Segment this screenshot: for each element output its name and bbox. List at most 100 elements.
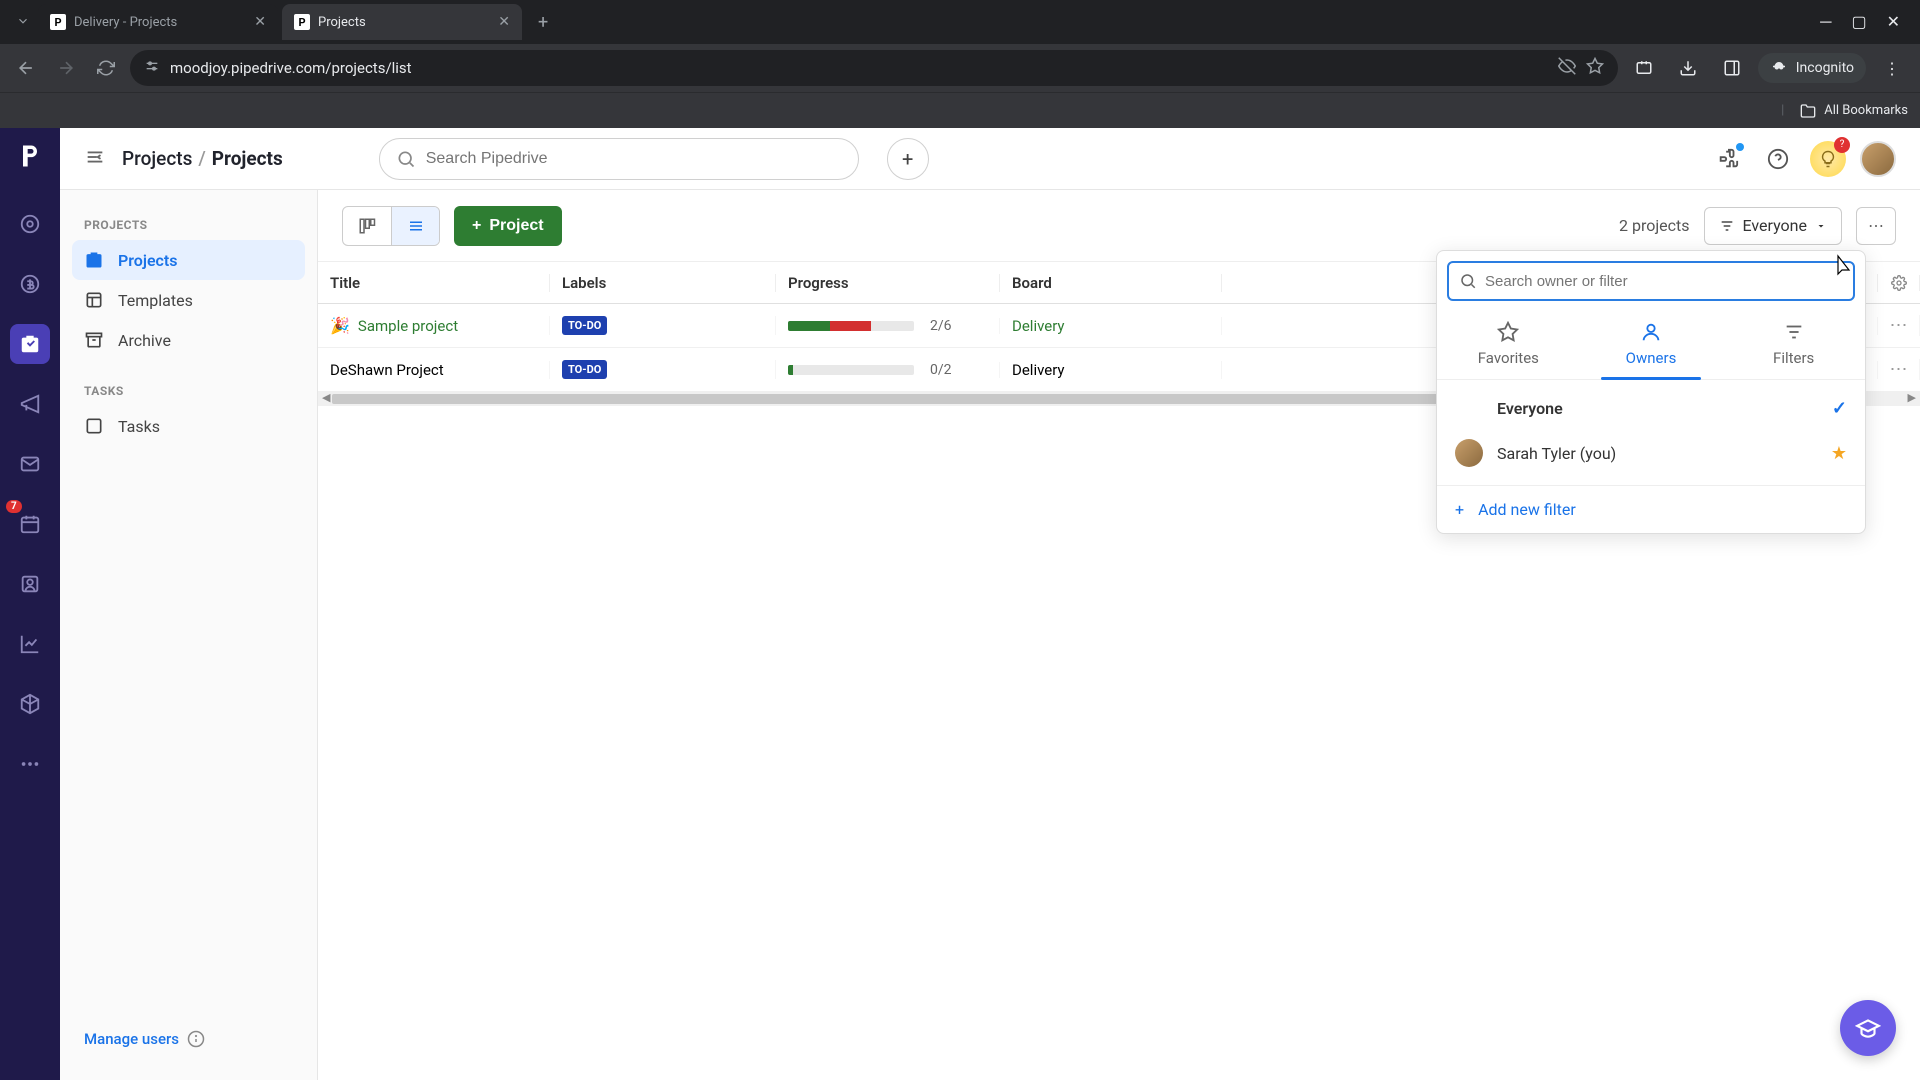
global-search[interactable]: [379, 138, 859, 180]
quick-add-button[interactable]: +: [887, 138, 929, 180]
chrome-menu-icon[interactable]: ⋮: [1874, 50, 1910, 86]
filter-popover: Favorites Owners Filters Everyone: [1436, 250, 1866, 534]
task-icon: [84, 416, 104, 436]
sidebar-item-archive[interactable]: Archive: [72, 320, 305, 360]
all-bookmarks-link[interactable]: All Bookmarks: [1824, 103, 1908, 118]
close-window-icon[interactable]: ✕: [1887, 12, 1900, 32]
project-emoji: 🎉: [330, 316, 350, 335]
label-badge: TO-DO: [562, 316, 607, 335]
main-content: + Project 2 projects Everyone ⋯: [318, 190, 1920, 1080]
page-header: Projects / Projects + ?: [60, 128, 1920, 190]
cell-title: DeShawn Project: [318, 361, 550, 379]
owner-filter-button[interactable]: Everyone: [1704, 207, 1842, 245]
tab-favicon: P: [50, 14, 66, 30]
breadcrumb-root[interactable]: Projects: [122, 147, 192, 170]
row-more-button[interactable]: ⋯: [1878, 359, 1920, 380]
downloads-icon[interactable]: [1670, 50, 1706, 86]
tab-owners[interactable]: Owners: [1580, 311, 1723, 379]
sidebar-toggle-icon[interactable]: [84, 146, 106, 172]
tab-favorites[interactable]: Favorites: [1437, 311, 1580, 379]
sidebar-item-projects[interactable]: Projects: [72, 240, 305, 280]
popover-search[interactable]: [1447, 261, 1855, 301]
tab-favicon: P: [294, 14, 310, 30]
project-title-link[interactable]: Sample project: [358, 317, 458, 335]
tab-label: Filters: [1773, 349, 1814, 367]
tab-label: Owners: [1626, 349, 1677, 367]
help-fab[interactable]: [1840, 1000, 1896, 1056]
col-labels[interactable]: Labels: [550, 274, 776, 292]
tab-list-dropdown[interactable]: [8, 13, 38, 32]
more-icon: ⋯: [1890, 315, 1908, 336]
filter-icon: [1783, 321, 1805, 343]
label-badge: TO-DO: [562, 360, 607, 379]
url-bar[interactable]: moodjoy.pipedrive.com/projects/list: [130, 50, 1618, 86]
maximize-icon[interactable]: ▢: [1851, 12, 1866, 32]
option-label: Everyone: [1497, 399, 1563, 418]
col-board[interactable]: Board: [1000, 274, 1222, 292]
nav-activities-icon[interactable]: 7: [10, 504, 50, 544]
back-button[interactable]: [10, 52, 42, 84]
bookmark-star-icon[interactable]: [1586, 57, 1604, 79]
nav-mail-icon[interactable]: [10, 444, 50, 484]
nav-campaigns-icon[interactable]: [10, 384, 50, 424]
nav-projects-icon[interactable]: [10, 324, 50, 364]
search-icon: [396, 149, 416, 169]
folder-icon: [1800, 103, 1816, 119]
new-tab-button[interactable]: +: [526, 12, 560, 33]
nav-more-icon[interactable]: [10, 744, 50, 784]
nav-products-icon[interactable]: [10, 684, 50, 724]
nav-contacts-icon[interactable]: [10, 564, 50, 604]
search-input[interactable]: [426, 150, 842, 168]
marketplace-icon[interactable]: [1710, 141, 1746, 177]
incognito-badge[interactable]: Incognito: [1758, 53, 1866, 83]
project-title: DeShawn Project: [330, 361, 444, 379]
browser-tab[interactable]: P Delivery - Projects ✕: [38, 4, 278, 40]
user-avatar[interactable]: [1860, 141, 1896, 177]
col-progress[interactable]: Progress: [776, 274, 1000, 292]
nav-leads-icon[interactable]: [10, 204, 50, 244]
site-settings-icon[interactable]: [144, 58, 160, 78]
nav-insights-icon[interactable]: [10, 624, 50, 664]
side-panel-icon[interactable]: [1714, 50, 1750, 86]
close-tab-icon[interactable]: ✕: [498, 14, 510, 30]
scroll-left-arrow[interactable]: ◀: [322, 391, 330, 404]
sales-assistant-icon[interactable]: ?: [1810, 141, 1846, 177]
info-icon[interactable]: [187, 1030, 205, 1048]
owner-avatar: [1455, 439, 1483, 467]
scroll-right-arrow[interactable]: ▶: [1908, 391, 1916, 404]
reload-button[interactable]: [90, 52, 122, 84]
sidebar-item-templates[interactable]: Templates: [72, 280, 305, 320]
popover-search-input[interactable]: [1485, 273, 1843, 290]
forward-button[interactable]: [50, 52, 82, 84]
bookmarks-bar: | All Bookmarks: [0, 92, 1920, 128]
filter-label: Everyone: [1743, 216, 1807, 235]
eye-off-icon[interactable]: [1558, 57, 1576, 79]
chevron-down-icon: [1815, 220, 1827, 232]
new-project-button[interactable]: + Project: [454, 206, 562, 246]
list-view-button[interactable]: [391, 207, 439, 245]
star-icon[interactable]: ★: [1831, 443, 1847, 464]
help-icon[interactable]: [1760, 141, 1796, 177]
owner-option-self[interactable]: Sarah Tyler (you) ★: [1437, 429, 1865, 477]
manage-users-link[interactable]: Manage users: [84, 1030, 179, 1048]
more-actions-button[interactable]: ⋯: [1856, 207, 1896, 245]
add-filter-button[interactable]: + Add new filter: [1437, 486, 1865, 533]
pipedrive-logo[interactable]: [12, 138, 48, 174]
row-more-button[interactable]: ⋯: [1878, 315, 1920, 336]
browser-tab-active[interactable]: P Projects ✕: [282, 4, 522, 40]
table-settings-button[interactable]: [1878, 275, 1920, 291]
media-control-icon[interactable]: [1626, 50, 1662, 86]
notification-dot: [1736, 143, 1744, 151]
progress-text: 0/2: [930, 362, 952, 378]
minimize-icon[interactable]: ─: [1820, 12, 1831, 32]
progress-bar: [788, 321, 914, 331]
sidebar-item-tasks[interactable]: Tasks: [72, 406, 305, 446]
owner-option-everyone[interactable]: Everyone ✓: [1437, 388, 1865, 429]
board-link[interactable]: Delivery: [1012, 317, 1065, 335]
close-tab-icon[interactable]: ✕: [254, 14, 266, 30]
nav-deals-icon[interactable]: [10, 264, 50, 304]
board-view-button[interactable]: [343, 207, 391, 245]
tab-filters[interactable]: Filters: [1722, 311, 1865, 379]
col-title[interactable]: Title: [318, 274, 550, 292]
owner-list: Everyone ✓ Sarah Tyler (you) ★: [1437, 380, 1865, 486]
